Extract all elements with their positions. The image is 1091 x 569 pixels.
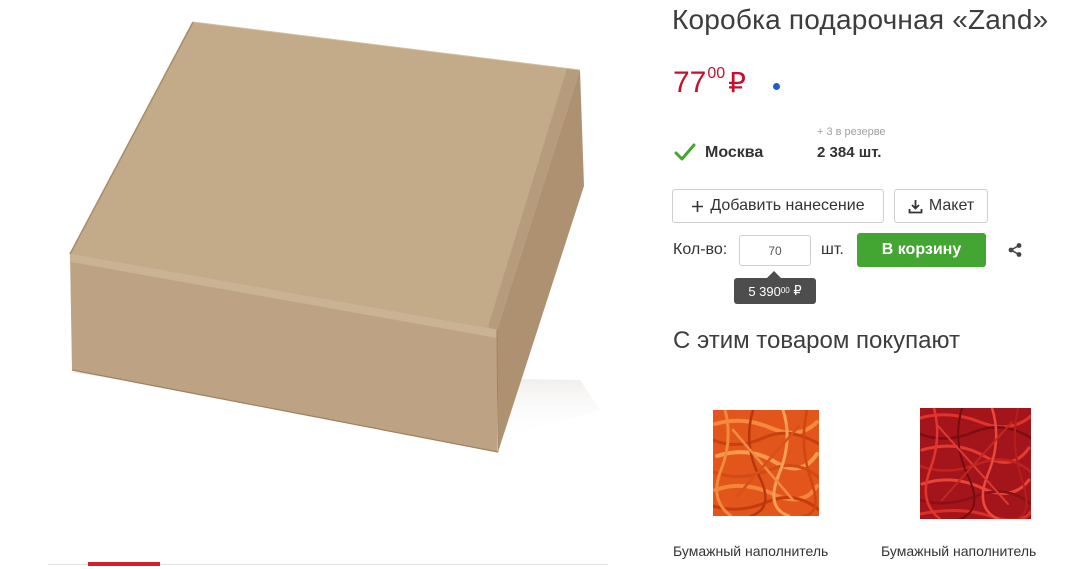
share-icon[interactable] — [1007, 242, 1023, 258]
color-swatch-dot[interactable] — [773, 83, 780, 90]
related-item-name[interactable]: Бумажный наполнитель — [881, 543, 1036, 559]
total-integer: 5 390 — [748, 283, 781, 299]
download-icon — [908, 199, 923, 214]
price-integer: 77 — [673, 66, 707, 99]
add-print-label: Добавить нанесение — [710, 197, 865, 214]
total-price-tooltip: 5 390 00 ₽ — [734, 278, 816, 304]
product-title: Коробка подарочная «Zand» — [672, 4, 1049, 35]
product-image[interactable] — [0, 0, 640, 569]
product-gallery — [0, 0, 640, 569]
quantity-unit: шт. — [821, 241, 844, 258]
related-item-name[interactable]: Бумажный наполнитель — [673, 543, 828, 559]
check-icon — [674, 143, 696, 161]
total-fraction: 00 — [780, 285, 790, 295]
maket-label: Макет — [928, 197, 975, 214]
quantity-label: Кол-во: — [673, 241, 728, 258]
add-to-cart-button[interactable]: В корзину — [857, 233, 986, 267]
related-item-image[interactable] — [711, 408, 821, 518]
maket-button[interactable]: Макет — [894, 189, 988, 223]
stock-quantity: 2 384 шт. — [817, 144, 882, 161]
quantity-input[interactable] — [739, 235, 811, 266]
related-section-title: С этим товаром покупают — [673, 327, 960, 354]
stock-reserve: + 3 в резерве — [817, 126, 886, 138]
price-currency: ₽ — [728, 67, 746, 98]
price-fraction: 00 — [707, 65, 726, 82]
total-currency: ₽ — [793, 283, 802, 298]
plus-icon — [691, 200, 704, 213]
gallery-active-indicator[interactable] — [88, 562, 160, 566]
total-tooltip-arrow — [767, 271, 781, 278]
stock-city: Москва — [705, 144, 764, 161]
add-print-button[interactable]: Добавить нанесение — [672, 189, 884, 223]
related-item-image[interactable] — [918, 406, 1033, 522]
product-price: 7700 ₽ — [673, 65, 746, 100]
